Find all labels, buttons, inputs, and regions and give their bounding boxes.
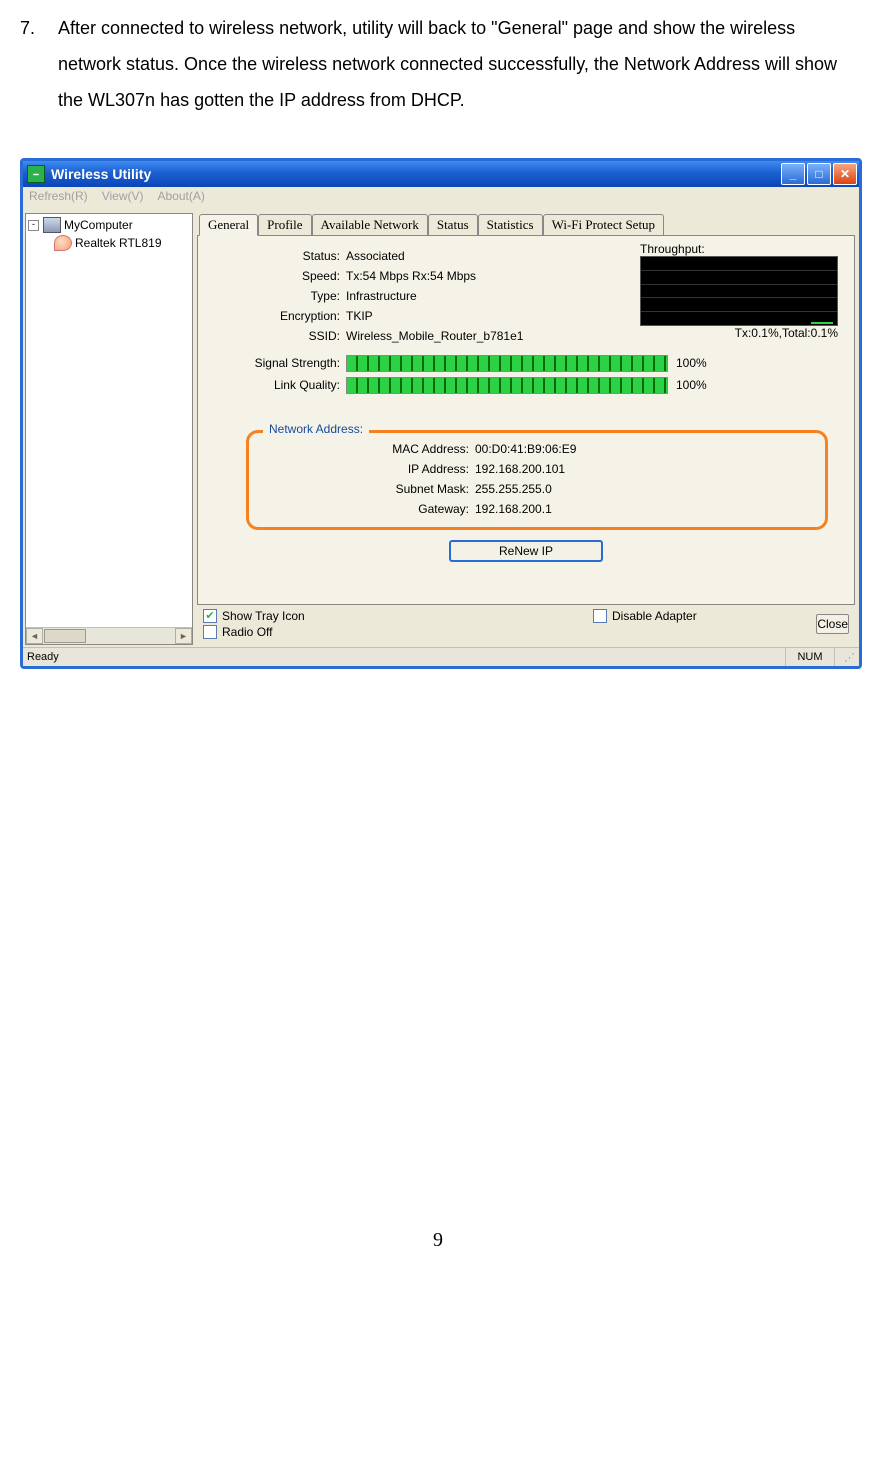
mac-value: 00:D0:41:B9:06:E9 [475,442,576,456]
maximize-button[interactable]: □ [807,163,831,185]
speed-value: Tx:54 Mbps Rx:54 Mbps [346,269,476,283]
resize-grip-icon[interactable]: ⋰ [835,651,855,664]
tab-wifi-protect-setup[interactable]: Wi-Fi Protect Setup [543,214,664,236]
step-number: 7. [20,10,58,118]
renew-ip-button[interactable]: ReNew IP [449,540,603,562]
tree-root-label: MyComputer [64,216,133,234]
throughput-graph [640,256,838,326]
tab-page-general: Throughput: Tx:0.1%,Total:0.1% Status:As… [197,235,855,605]
scroll-right-icon[interactable]: ► [175,628,192,644]
type-value: Infrastructure [346,289,417,303]
tab-statistics[interactable]: Statistics [478,214,543,236]
disable-adapter-label: Disable Adapter [612,609,697,623]
disable-adapter-checkbox[interactable]: Disable Adapter [593,609,816,623]
minimize-button[interactable]: _ [781,163,805,185]
menu-refresh[interactable]: Refresh(R) [29,189,88,209]
ssid-value: Wireless_Mobile_Router_b781e1 [346,329,523,343]
tab-status[interactable]: Status [428,214,478,236]
status-value: Associated [346,249,405,263]
window-title: Wireless Utility [51,166,151,182]
ip-value: 192.168.200.101 [475,462,565,476]
titlebar[interactable]: ⎯ Wireless Utility _ □ ✕ [23,161,859,187]
app-icon: ⎯ [27,165,45,183]
step-text: After connected to wireless network, uti… [58,10,856,118]
gateway-label: Gateway: [259,502,475,516]
page-number: 9 [20,1229,856,1252]
signal-strength-bar [346,355,668,372]
menu-about[interactable]: About(A) [157,189,204,209]
radio-off-label: Radio Off [222,625,272,639]
scroll-left-icon[interactable]: ◄ [26,628,43,644]
gateway-value: 192.168.200.1 [475,502,552,516]
encryption-value: TKIP [346,309,373,323]
status-num: NUM [785,648,835,666]
scroll-thumb[interactable] [44,629,86,643]
tree-scrollbar[interactable]: ◄ ► [26,627,192,644]
type-label: Type: [210,289,346,303]
network-address-group: Network Address: MAC Address:00:D0:41:B9… [246,430,828,530]
collapse-icon[interactable]: - [28,220,39,231]
signal-strength-label: Signal Strength: [210,356,346,370]
throughput-spark [811,322,833,324]
link-quality-value: 100% [676,378,707,392]
options-row: ✔ Show Tray Icon Radio Off Disable Adapt… [197,605,855,645]
throughput-text: Tx:0.1%,Total:0.1% [640,326,840,340]
tab-profile[interactable]: Profile [258,214,311,236]
throughput-label: Throughput: [640,242,840,256]
show-tray-icon-label: Show Tray Icon [222,609,305,623]
show-tray-icon-checkbox[interactable]: ✔ Show Tray Icon [203,609,453,623]
ip-label: IP Address: [259,462,475,476]
tab-general[interactable]: General [199,214,258,236]
wireless-utility-window: ⎯ Wireless Utility _ □ ✕ Refresh(R) View… [20,158,862,669]
check-icon: ✔ [205,611,214,621]
adapter-icon [54,235,72,251]
link-quality-label: Link Quality: [210,378,346,392]
network-address-legend: Network Address: [263,422,369,436]
menubar: Refresh(R) View(V) About(A) [23,187,859,211]
signal-strength-value: 100% [676,356,707,370]
link-quality-bar [346,377,668,394]
status-ready: Ready [27,651,785,663]
encryption-label: Encryption: [210,309,346,323]
tabstrip: General Profile Available Network Status… [197,213,855,235]
subnet-value: 255.255.255.0 [475,482,552,496]
speed-label: Speed: [210,269,346,283]
tab-available-network[interactable]: Available Network [312,214,428,236]
status-label: Status: [210,249,346,263]
throughput-panel: Throughput: Tx:0.1%,Total:0.1% [640,242,840,340]
tree-adapter-label: Realtek RTL819 [75,234,162,252]
statusbar: Ready NUM ⋰ [23,647,859,666]
close-button[interactable]: Close [816,614,849,634]
computer-icon [43,217,61,233]
mac-label: MAC Address: [259,442,475,456]
subnet-label: Subnet Mask: [259,482,475,496]
tree-root-row[interactable]: - MyComputer [28,216,190,234]
ssid-label: SSID: [210,329,346,343]
menu-view[interactable]: View(V) [102,189,144,209]
radio-off-checkbox[interactable]: Radio Off [203,625,453,639]
device-tree[interactable]: - MyComputer Realtek RTL819 ◄ ► [25,213,193,645]
close-window-button[interactable]: ✕ [833,163,857,185]
tree-adapter-row[interactable]: Realtek RTL819 [28,234,190,252]
instruction-step: 7. After connected to wireless network, … [20,10,856,118]
